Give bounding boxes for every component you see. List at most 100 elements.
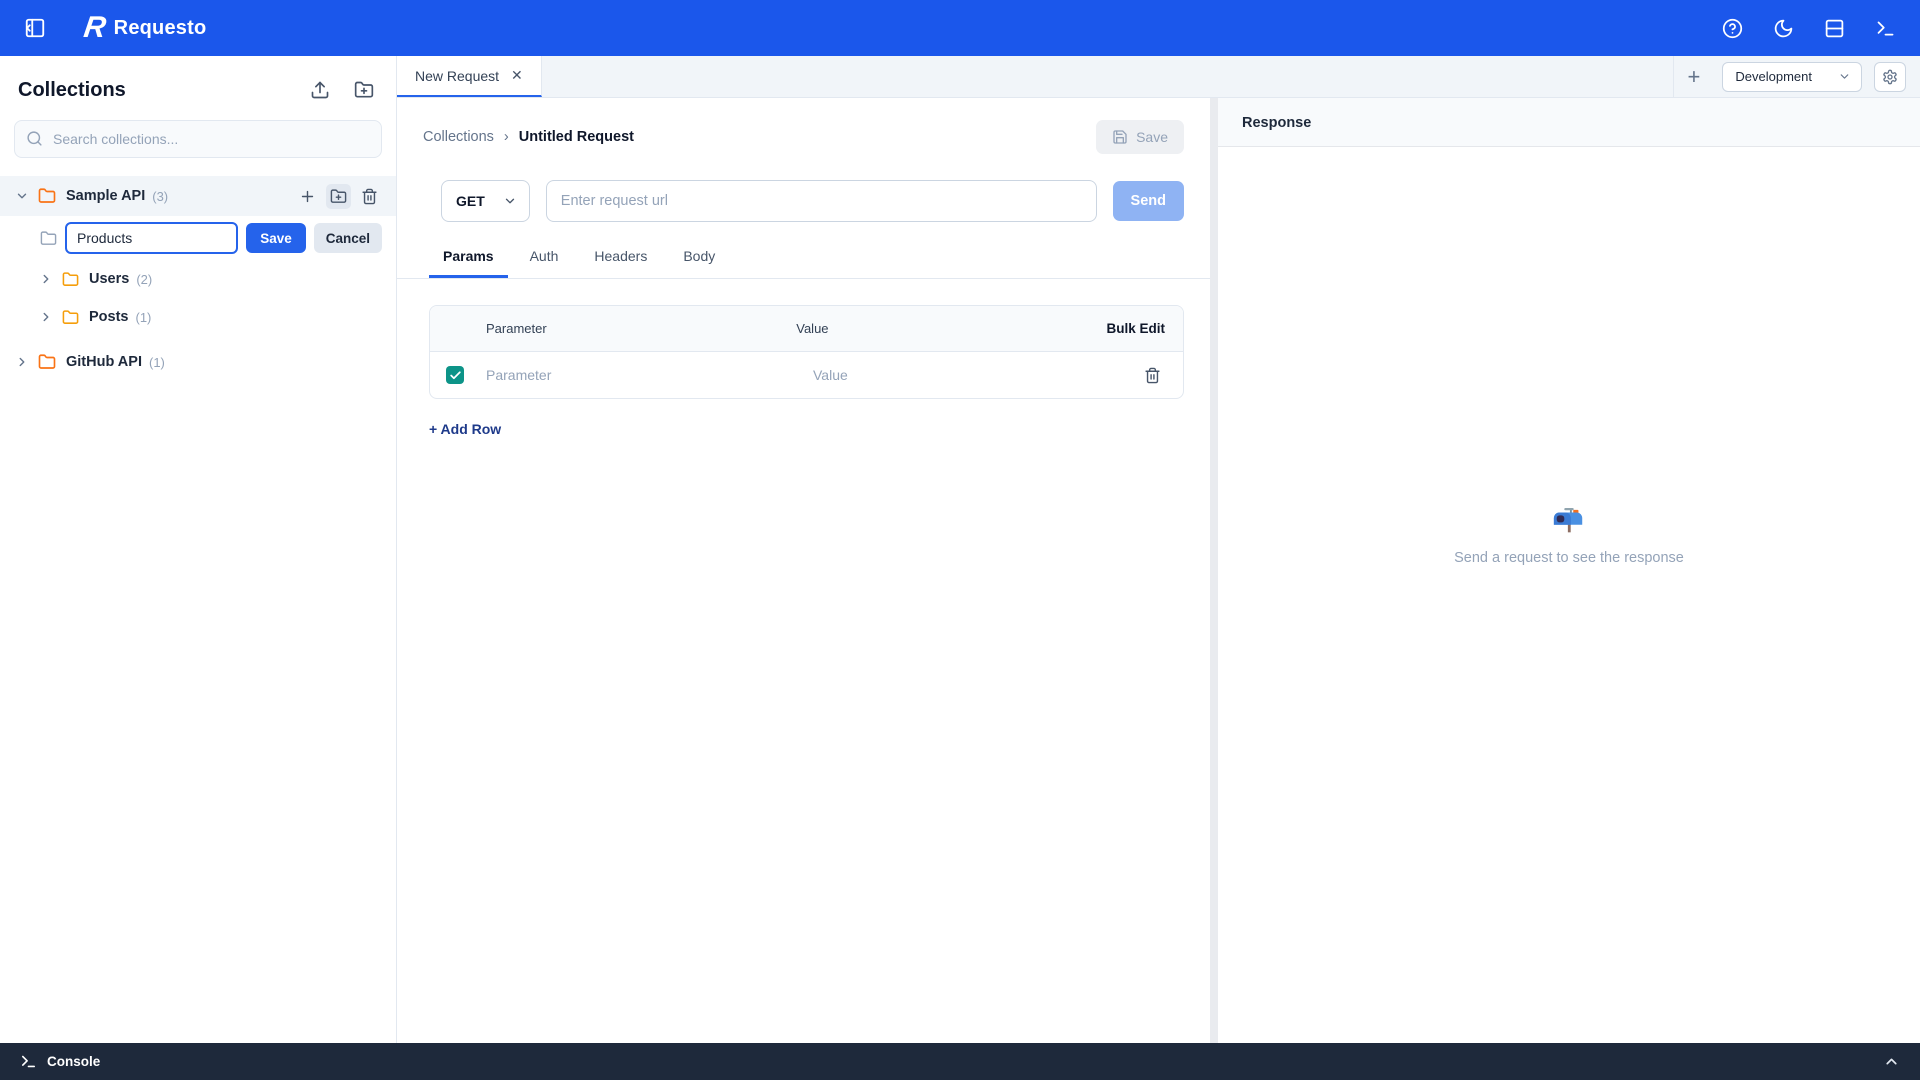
bulk-edit-button[interactable]: Bulk Edit — [1107, 321, 1166, 336]
folder-label: Posts — [89, 309, 129, 325]
save-folder-button[interactable]: Save — [246, 223, 306, 253]
chevron-right-icon[interactable] — [38, 310, 54, 324]
tab-headers[interactable]: Headers — [580, 240, 661, 278]
new-collection-folder-plus-icon[interactable] — [350, 76, 378, 104]
tab-new-request[interactable]: New Request ✕ — [397, 56, 542, 97]
param-value-input[interactable] — [813, 367, 1140, 383]
chevron-right-icon[interactable] — [38, 272, 54, 286]
params-table: Parameter Value Bulk Edit — [429, 305, 1184, 399]
tab-label: New Request — [415, 68, 499, 84]
request-url-input[interactable] — [546, 180, 1097, 222]
http-method-select[interactable]: GET — [441, 180, 530, 222]
tabstrip-spacer — [542, 56, 1673, 97]
request-bar: GET Send — [397, 172, 1210, 226]
param-row — [430, 352, 1183, 398]
folder-name-input[interactable] — [65, 222, 238, 254]
new-folder-edit-row: Save Cancel — [0, 216, 396, 260]
response-empty-state: Send a request to see the response — [1218, 147, 1920, 1043]
tab-auth[interactable]: Auth — [516, 240, 573, 278]
close-tab-icon[interactable]: ✕ — [511, 67, 523, 84]
logo-r-glyph: R — [82, 11, 106, 45]
add-row-button[interactable]: + Add Row — [429, 421, 501, 437]
new-tab-plus-icon[interactable]: + — [1678, 64, 1711, 90]
layout-split-icon[interactable] — [1820, 14, 1849, 43]
app-title: Requesto — [114, 17, 207, 40]
tree-item-users[interactable]: Users (2) — [0, 260, 396, 298]
sidebar-toggle-icon[interactable] — [20, 13, 50, 43]
chevron-down-icon[interactable] — [14, 189, 30, 203]
dark-mode-moon-icon[interactable] — [1769, 14, 1798, 43]
collections-sidebar: Collections — [0, 56, 397, 1043]
body-row: Collections — [0, 56, 1920, 1043]
breadcrumb-collections[interactable]: Collections — [423, 129, 494, 145]
folder-icon — [62, 271, 79, 288]
environment-select[interactable]: Development — [1722, 62, 1862, 92]
sidebar-actions — [306, 76, 378, 104]
folder-count: (1) — [136, 310, 152, 325]
top-header: Requesto R Requesto — [0, 0, 1920, 56]
header-left: Requesto R Requesto — [20, 11, 206, 45]
search-collections-input[interactable] — [14, 120, 382, 158]
collections-tree: Sample API (3) — [0, 176, 396, 1043]
tree-item-github-api[interactable]: GitHub API (1) — [0, 342, 396, 382]
params-table-header: Parameter Value Bulk Edit — [430, 306, 1183, 352]
save-floppy-icon — [1112, 129, 1128, 145]
http-method-value: GET — [456, 193, 485, 209]
collection-count: (1) — [149, 355, 165, 370]
help-icon[interactable] — [1718, 14, 1747, 43]
save-request-button[interactable]: Save — [1096, 120, 1184, 154]
folder-icon — [38, 353, 56, 371]
collection-label: GitHub API — [66, 354, 142, 370]
collection-actions — [295, 184, 382, 209]
tab-params[interactable]: Params — [429, 240, 508, 278]
breadcrumb-separator-icon: › — [504, 129, 509, 145]
chevron-down-icon — [503, 194, 517, 208]
breadcrumb-row: Collections › Untitled Request Save — [397, 98, 1210, 172]
console-bar[interactable]: Console — [0, 1043, 1920, 1080]
import-upload-icon[interactable] — [306, 76, 334, 104]
send-button[interactable]: Send — [1113, 181, 1184, 221]
tabstrip-right: + Development — [1673, 56, 1920, 97]
delete-collection-trash-icon[interactable] — [357, 184, 382, 209]
content-column: New Request ✕ + Development — [397, 56, 1920, 1043]
tree-item-posts[interactable]: Posts (1) — [0, 298, 396, 336]
folder-icon — [62, 309, 79, 326]
breadcrumb-current: Untitled Request — [519, 129, 634, 145]
sidebar-search — [14, 120, 382, 158]
response-empty-text: Send a request to see the response — [1454, 550, 1684, 566]
response-header: Response — [1218, 98, 1920, 147]
breadcrumb: Collections › Untitled Request — [423, 129, 634, 145]
collection-count: (3) — [152, 189, 168, 204]
tree-item-sample-api[interactable]: Sample API (3) — [0, 176, 396, 216]
folder-icon — [40, 230, 57, 247]
panels-row: Collections › Untitled Request Save GET — [397, 98, 1920, 1043]
param-enabled-checkbox[interactable] — [446, 366, 464, 384]
add-folder-icon[interactable] — [326, 184, 351, 209]
add-request-plus-icon[interactable] — [295, 184, 320, 209]
brand: Requesto R Requesto — [84, 11, 206, 45]
tab-body[interactable]: Body — [669, 240, 729, 278]
header-right — [1718, 14, 1900, 43]
terminal-icon[interactable] — [1871, 14, 1900, 43]
console-expand-chevron-up-icon[interactable] — [1883, 1053, 1900, 1070]
folder-icon — [38, 187, 56, 205]
environment-settings-gear-icon[interactable] — [1874, 62, 1906, 92]
col-parameter: Parameter — [486, 321, 796, 336]
folder-count: (2) — [136, 272, 152, 287]
sidebar-title: Collections — [18, 79, 126, 102]
row-checkbox-cell — [446, 366, 486, 384]
app-root: Requesto R Requesto Collections — [0, 0, 1920, 1080]
save-request-label: Save — [1136, 129, 1168, 145]
request-subtabs: Params Auth Headers Body — [397, 226, 1210, 279]
delete-row-trash-icon[interactable] — [1140, 363, 1165, 388]
col-value: Value — [796, 321, 1106, 336]
panel-resize-divider[interactable] — [1210, 98, 1218, 1043]
chevron-right-icon[interactable] — [14, 355, 30, 369]
folder-label: Users — [89, 271, 129, 287]
check-icon — [449, 369, 462, 382]
response-panel: Response Send a request to see the — [1218, 98, 1920, 1043]
param-key-input[interactable] — [486, 367, 813, 383]
terminal-prompt-icon — [20, 1053, 37, 1070]
request-panel: Collections › Untitled Request Save GET — [397, 98, 1210, 1043]
cancel-folder-button[interactable]: Cancel — [314, 223, 382, 253]
